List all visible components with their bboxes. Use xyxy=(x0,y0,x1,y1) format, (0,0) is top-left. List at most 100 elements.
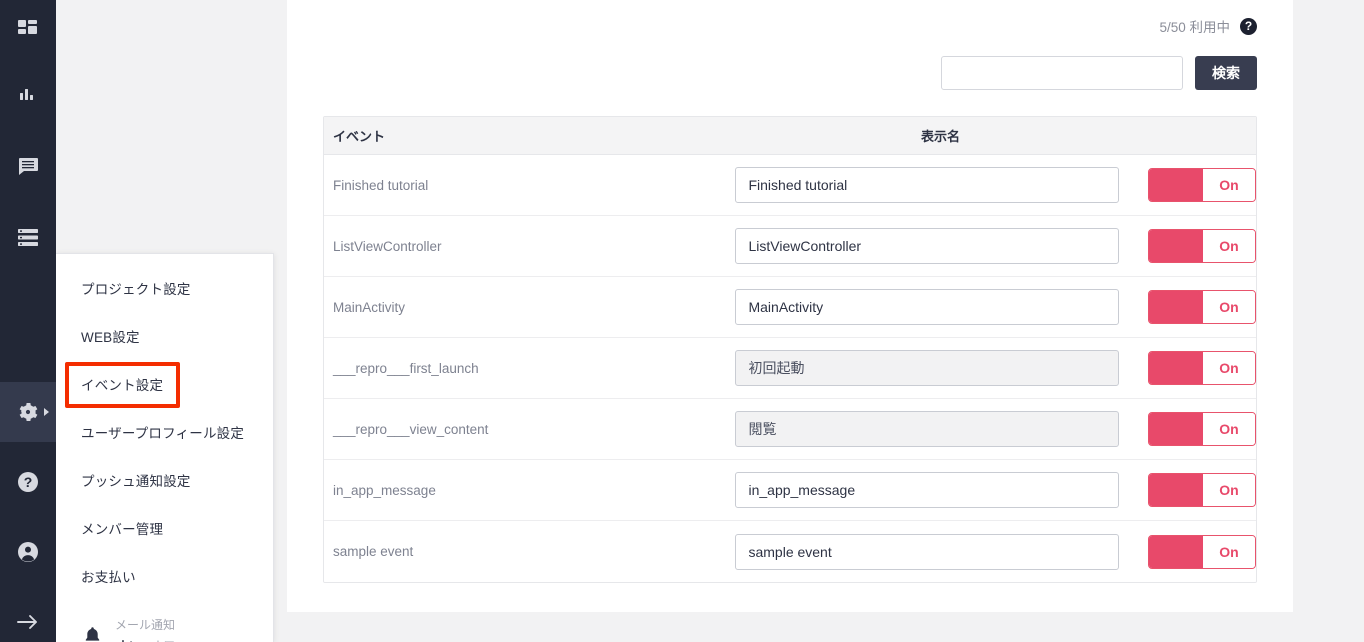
event-enabled-toggle[interactable]: On xyxy=(1148,168,1256,202)
collapse-arrow-icon[interactable] xyxy=(0,592,56,642)
toggle-cell: On xyxy=(1132,351,1256,385)
notification-on-option[interactable]: オン xyxy=(115,639,141,642)
submenu-item-user-profile-settings[interactable]: ユーザープロフィール設定 xyxy=(56,408,273,456)
submenu-label: WEB設定 xyxy=(81,330,140,345)
table-row: sample event On xyxy=(324,521,1256,582)
event-enabled-toggle[interactable]: On xyxy=(1148,473,1256,507)
help-circle-icon[interactable]: ? xyxy=(0,452,56,512)
submenu-label: イベント設定 xyxy=(81,378,164,393)
settings-submenu: プロジェクト設定 WEB設定 イベント設定 ユーザープロフィール設定 プッシュ通… xyxy=(56,253,274,642)
display-name-cell xyxy=(735,228,1132,264)
primary-nav-rail: ? xyxy=(0,0,56,642)
search-button[interactable]: 検索 xyxy=(1195,56,1257,90)
event-name: sample event xyxy=(333,544,414,559)
table-row: ___repro___view_content On xyxy=(324,399,1256,460)
usage-row: 5/50 利用中 ? xyxy=(287,0,1293,52)
bar-chart-icon[interactable] xyxy=(0,66,56,126)
help-question-icon[interactable]: ? xyxy=(1240,17,1257,35)
submenu-item-billing[interactable]: お支払い xyxy=(56,552,273,600)
display-name-cell xyxy=(735,167,1132,203)
submenu-label: ユーザープロフィール設定 xyxy=(81,426,245,441)
user-circle-icon[interactable] xyxy=(0,522,56,582)
event-enabled-toggle[interactable]: On xyxy=(1148,351,1256,385)
notification-label: メール通知 xyxy=(115,618,176,632)
bell-icon xyxy=(81,626,103,642)
display-name-input[interactable] xyxy=(735,289,1120,325)
table-row: Finished tutorial On xyxy=(324,155,1256,216)
submenu-item-web-settings[interactable]: WEB設定 xyxy=(56,312,273,360)
event-name: ___repro___first_launch xyxy=(333,360,479,376)
event-name: ___repro___view_content xyxy=(333,421,489,437)
display-name-cell xyxy=(735,472,1132,508)
display-name-input[interactable] xyxy=(735,167,1120,203)
event-name: in_app_message xyxy=(333,482,436,498)
toggle-label: On xyxy=(1203,291,1255,323)
submenu-item-event-settings[interactable]: イベント設定 xyxy=(56,360,273,408)
toggle-label: On xyxy=(1203,535,1255,568)
event-name: Finished tutorial xyxy=(333,177,429,193)
toggle-knob xyxy=(1149,169,1203,201)
display-name-input[interactable] xyxy=(735,411,1120,447)
display-name-input[interactable] xyxy=(735,472,1120,508)
toggle-label: On xyxy=(1203,230,1255,262)
search-input[interactable] xyxy=(941,56,1183,90)
event-enabled-toggle[interactable]: On xyxy=(1148,534,1256,569)
toggle-knob xyxy=(1149,291,1203,323)
events-table: イベント 表示名 Finished tutorial On xyxy=(323,116,1257,583)
toggle-cell: On xyxy=(1132,168,1256,202)
settings-gear-icon[interactable] xyxy=(0,382,56,442)
dashboard-icon[interactable] xyxy=(0,0,56,60)
usage-count-label: 5/50 利用中 xyxy=(1159,20,1230,35)
column-header-display-name: 表示名 xyxy=(921,129,961,144)
chevron-right-icon xyxy=(44,408,49,416)
main-content: 5/50 利用中 ? 検索 イベント 表示名 Finished tutorial xyxy=(287,0,1364,642)
display-name-cell xyxy=(735,411,1132,447)
toggle-knob xyxy=(1149,230,1203,262)
search-row: 検索 xyxy=(287,56,1293,90)
toggle-cell: On xyxy=(1132,229,1256,263)
app-root: ? プロジェクト設定 WEB設定 イベント設定 ユーザープロフィール設定 プッシ… xyxy=(0,0,1364,642)
event-name: ListViewController xyxy=(333,238,442,254)
event-name: MainActivity xyxy=(333,299,406,315)
email-notification-setting: メール通知 オン オフ xyxy=(56,614,273,642)
list-icon[interactable] xyxy=(0,207,56,267)
table-row: MainActivity On xyxy=(324,277,1256,338)
event-enabled-toggle[interactable]: On xyxy=(1148,229,1256,263)
submenu-label: お支払い xyxy=(81,570,136,585)
submenu-label: プッシュ通知設定 xyxy=(81,474,191,489)
toggle-cell: On xyxy=(1132,534,1256,569)
submenu-item-project-settings[interactable]: プロジェクト設定 xyxy=(56,264,273,312)
toggle-knob xyxy=(1149,535,1203,568)
toggle-knob xyxy=(1149,413,1203,445)
toggle-label: On xyxy=(1203,352,1255,384)
toggle-cell: On xyxy=(1132,412,1256,446)
toggle-knob xyxy=(1149,474,1203,506)
submenu-label: メンバー管理 xyxy=(81,522,164,537)
table-header-row: イベント 表示名 xyxy=(324,117,1256,155)
toggle-label: On xyxy=(1203,474,1255,506)
display-name-cell xyxy=(735,289,1132,325)
toggle-cell: On xyxy=(1132,290,1256,324)
toggle-label: On xyxy=(1203,413,1255,445)
submenu-label: プロジェクト設定 xyxy=(81,282,191,297)
table-row: in_app_message On xyxy=(324,460,1256,521)
toggle-knob xyxy=(1149,352,1203,384)
notification-texts: メール通知 オン オフ xyxy=(115,614,176,642)
event-enabled-toggle[interactable]: On xyxy=(1148,412,1256,446)
chat-icon[interactable] xyxy=(0,136,56,196)
table-row: ___repro___first_launch On xyxy=(324,338,1256,399)
submenu-item-push-notification-settings[interactable]: プッシュ通知設定 xyxy=(56,456,273,504)
svg-text:?: ? xyxy=(24,474,33,490)
notification-off-option[interactable]: オフ xyxy=(150,639,176,642)
event-enabled-toggle[interactable]: On xyxy=(1148,290,1256,324)
display-name-input[interactable] xyxy=(735,350,1120,386)
toggle-label: On xyxy=(1203,169,1255,201)
submenu-item-member-management[interactable]: メンバー管理 xyxy=(56,504,273,552)
display-name-input[interactable] xyxy=(735,228,1120,264)
column-header-event: イベント xyxy=(333,129,386,144)
display-name-cell xyxy=(735,350,1132,386)
table-row: ListViewController On xyxy=(324,216,1256,277)
display-name-input[interactable] xyxy=(735,533,1120,570)
notification-options: オン オフ xyxy=(115,639,176,642)
content-card: 5/50 利用中 ? 検索 イベント 表示名 Finished tutorial xyxy=(287,0,1293,612)
